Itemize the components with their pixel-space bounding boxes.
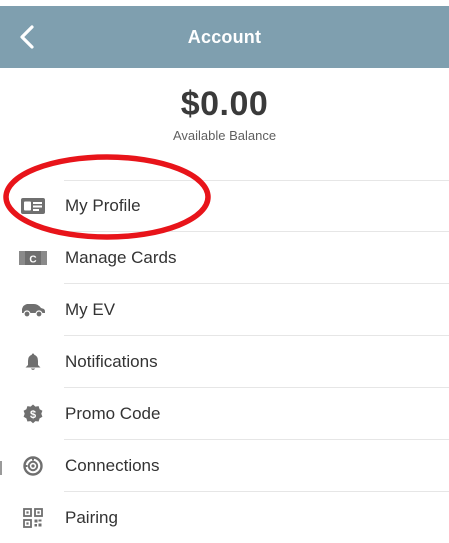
credit-card-icon: C [18,246,48,270]
qr-code-icon [18,506,48,530]
menu-item-pairing[interactable]: Pairing [0,492,449,543]
svg-text:$: $ [30,409,36,421]
chevron-left-icon [18,24,36,50]
menu-item-notifications[interactable]: Notifications [0,336,449,388]
menu-item-label: Promo Code [65,404,161,423]
page-title: Account [187,27,262,47]
bell-icon [18,350,48,374]
balance-amount: $0.00 [180,85,269,123]
menu-item-label: Pairing [65,508,118,527]
balance-section: $0.00 Available Balance [0,84,449,144]
menu-item-manage-cards[interactable]: C Manage Cards [0,232,449,284]
back-button[interactable] [10,20,44,54]
account-screen: Account $0.00 Available Balance My Profi… [0,0,449,543]
car-icon [18,298,48,322]
menu-item-label: Manage Cards [65,248,177,267]
profile-card-icon [18,194,48,218]
balance-label: Available Balance [172,128,277,143]
menu-item-label: Notifications [65,352,158,371]
connections-icon [18,454,48,478]
account-menu: My Profile C Manage Cards My EV Notifica… [0,180,449,543]
edge-indicator [0,461,2,475]
menu-item-label: Connections [65,456,160,475]
menu-item-my-ev[interactable]: My EV [0,284,449,336]
promo-dollar-icon: $ [18,402,48,426]
menu-item-my-profile[interactable]: My Profile [0,180,449,232]
svg-text:C: C [29,255,36,266]
menu-item-label: My EV [65,300,116,319]
menu-item-label: My Profile [65,196,141,215]
navigation-bar: Account [0,6,449,68]
menu-item-connections[interactable]: Connections [0,440,449,492]
menu-item-promo-code[interactable]: $ Promo Code [0,388,449,440]
